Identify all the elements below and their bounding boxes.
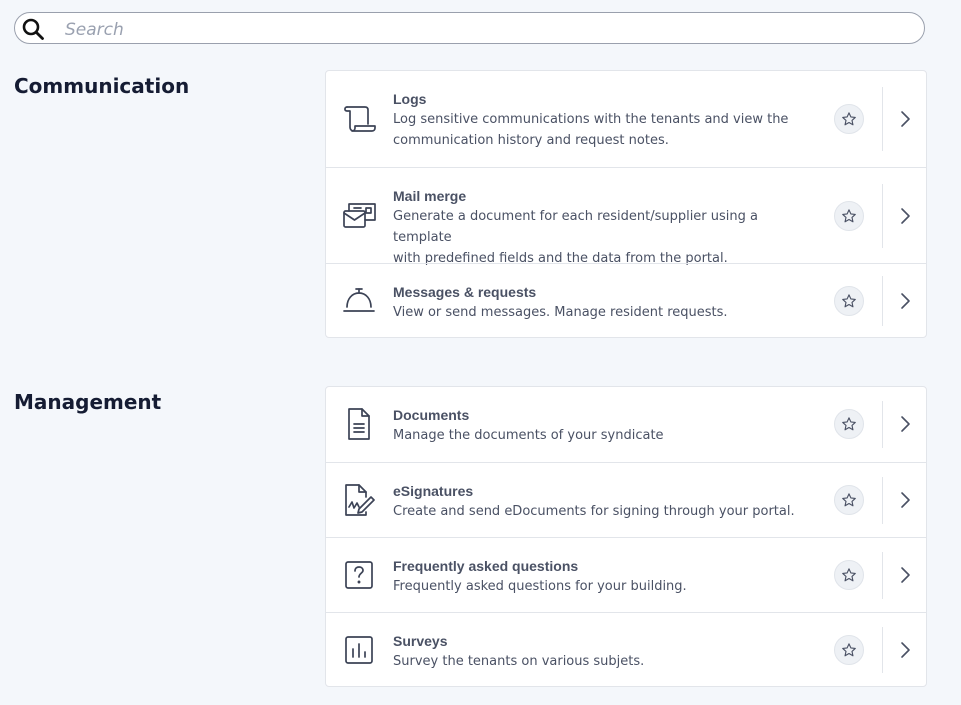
mail-merge-icon [343, 203, 376, 228]
favorite-button[interactable] [834, 104, 864, 134]
section-title-management: Management [14, 390, 162, 414]
signature-icon [345, 484, 375, 516]
star-icon [842, 493, 856, 507]
item-description: Create and send eDocuments for signing t… [393, 504, 795, 519]
item-title: Surveys [393, 633, 448, 649]
chevron-right-icon[interactable] [900, 207, 912, 225]
chevron-right-icon[interactable] [900, 641, 912, 659]
favorite-button[interactable] [834, 485, 864, 515]
item-title: Frequently asked questions [393, 558, 579, 574]
divider [882, 87, 883, 151]
item-description: Frequently asked questions for your buil… [393, 579, 687, 594]
list-item-messages-requests[interactable]: Messages & requests View or send message… [326, 263, 926, 337]
question-icon [345, 561, 373, 589]
divider [882, 401, 883, 448]
chevron-right-icon[interactable] [900, 110, 912, 128]
item-title: Documents [393, 407, 470, 423]
item-title: Logs [393, 91, 427, 107]
search-bar[interactable] [14, 12, 925, 44]
communication-card: Logs Log sensitive communications with t… [325, 70, 927, 338]
chart-icon [345, 636, 373, 664]
divider [882, 276, 883, 326]
divider [882, 184, 883, 248]
list-item-logs[interactable]: Logs Log sensitive communications with t… [326, 71, 926, 167]
favorite-button[interactable] [834, 201, 864, 231]
search-icon [22, 18, 44, 40]
list-item-mail-merge[interactable]: Mail merge Generate a document for each … [326, 167, 926, 266]
chevron-right-icon[interactable] [900, 415, 912, 433]
scroll-icon [344, 106, 376, 132]
chevron-right-icon[interactable] [900, 566, 912, 584]
list-item-surveys[interactable]: Surveys Survey the tenants on various su… [326, 612, 926, 686]
management-card: Documents Manage the documents of your s… [325, 386, 927, 687]
item-description: Generate a document for each resident/su… [393, 209, 758, 266]
star-icon [842, 209, 856, 223]
divider [882, 627, 883, 673]
chevron-right-icon[interactable] [900, 292, 912, 310]
item-description: Survey the tenants on various subjets. [393, 654, 645, 669]
item-title: Mail merge [393, 188, 467, 204]
document-icon [348, 408, 370, 440]
divider [882, 552, 883, 599]
favorite-button[interactable] [834, 560, 864, 590]
favorite-button[interactable] [834, 409, 864, 439]
service-bell-icon [343, 288, 375, 312]
item-description: View or send messages. Manage resident r… [393, 305, 728, 320]
section-title-communication: Communication [14, 74, 190, 98]
favorite-button[interactable] [834, 286, 864, 316]
divider [882, 477, 883, 524]
item-title: eSignatures [393, 483, 474, 499]
star-icon [842, 643, 856, 657]
list-item-esignatures[interactable]: eSignatures Create and send eDocuments f… [326, 462, 926, 537]
favorite-button[interactable] [834, 635, 864, 665]
list-item-faq[interactable]: Frequently asked questions Frequently as… [326, 537, 926, 612]
star-icon [842, 294, 856, 308]
star-icon [842, 568, 856, 582]
list-item-documents[interactable]: Documents Manage the documents of your s… [326, 387, 926, 462]
search-input[interactable] [63, 18, 907, 42]
star-icon [842, 417, 856, 431]
star-icon [842, 112, 856, 126]
item-description: Manage the documents of your syndicate [393, 428, 664, 443]
chevron-right-icon[interactable] [900, 491, 912, 509]
item-title: Messages & requests [393, 284, 537, 300]
item-description: Log sensitive communications with the te… [393, 112, 789, 148]
